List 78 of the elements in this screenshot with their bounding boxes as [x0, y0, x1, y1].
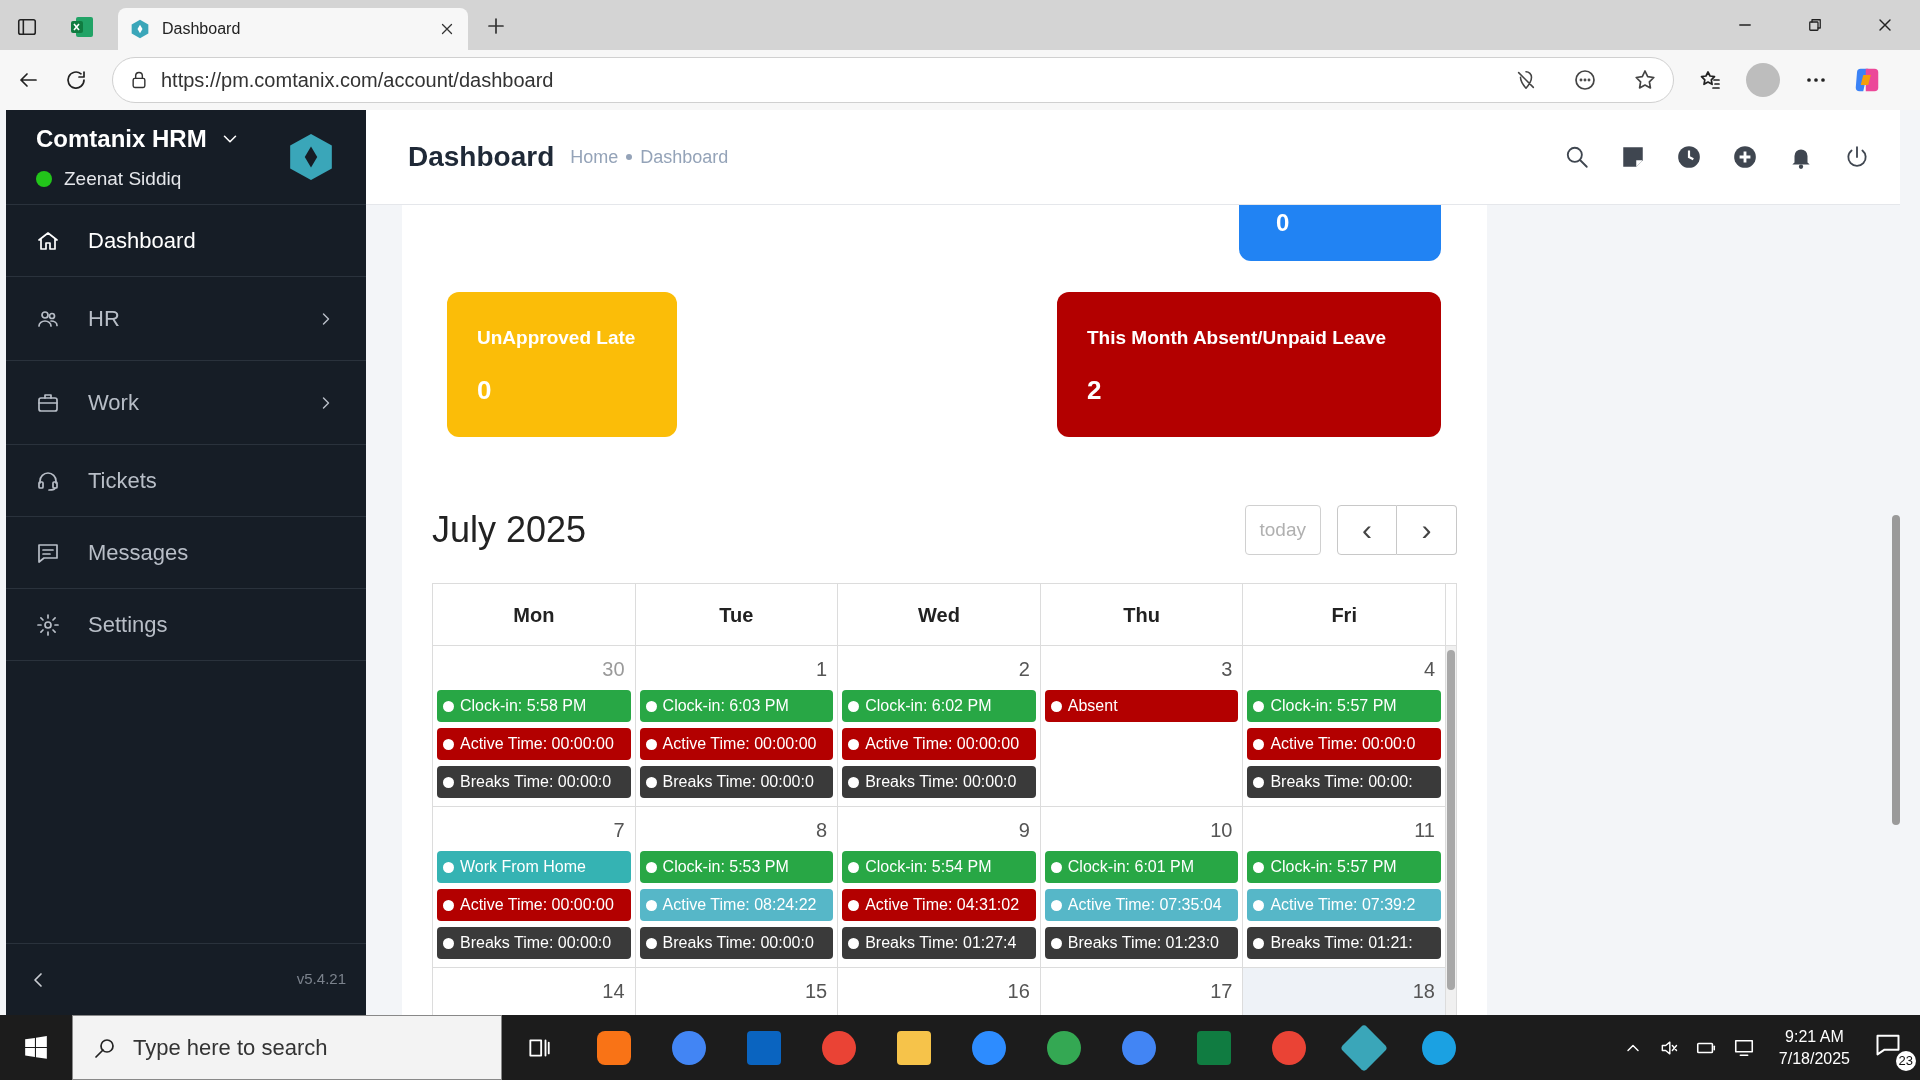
calendar-event[interactable]: Breaks Time: 00:00:0 — [437, 927, 631, 959]
day-number: 11 — [1414, 818, 1436, 843]
day-number: 2 — [1018, 657, 1031, 682]
breadcrumb-separator — [626, 154, 633, 160]
calendar-event[interactable]: Breaks Time: 01:23:0 — [1044, 927, 1239, 959]
scrollbar-thumb[interactable] — [1447, 650, 1455, 990]
sidebar-item[interactable]: Tickets — [6, 445, 366, 517]
search-icon[interactable] — [1564, 144, 1590, 170]
calendar-event[interactable]: Active Time: 00:00:0 — [1247, 728, 1441, 760]
day-number: 3 — [1221, 657, 1234, 682]
page-title: Dashboard — [408, 140, 555, 174]
calendar-event[interactable]: Breaks Time: 01:21: — [1247, 927, 1441, 959]
day-number: 7 — [613, 818, 626, 843]
calendar-title: July 2025 — [432, 508, 587, 552]
sidebar-item[interactable]: Settings — [6, 589, 366, 661]
settings-icon — [36, 612, 60, 637]
day-number: 16 — [1007, 979, 1031, 1004]
column-header: Tue — [719, 602, 754, 628]
star-icon[interactable] — [1633, 68, 1657, 92]
calendar-event[interactable]: Breaks Time: 01:27:4 — [842, 927, 1036, 959]
column-header: Mon — [513, 602, 555, 628]
stat-label: UnApproved Late — [477, 326, 637, 350]
favorites-icon[interactable] — [1698, 68, 1722, 92]
sidebar-item[interactable]: HR — [6, 277, 366, 361]
column-header: Wed — [918, 602, 960, 628]
calendar-event[interactable]: Breaks Time: 00:00:0 — [842, 766, 1036, 798]
taskbar-search-field[interactable]: Type here to search — [72, 1015, 502, 1080]
day-number: 15 — [804, 979, 829, 1004]
stat-value: 2 — [1087, 373, 1103, 407]
calendar-event[interactable]: Absent — [1044, 690, 1239, 722]
clock-date: 7/18/2025 — [1778, 1048, 1850, 1069]
day-number: 30 — [602, 657, 626, 682]
page-scrollbar-thumb[interactable] — [1892, 515, 1900, 825]
clock-icon[interactable] — [1676, 144, 1702, 170]
day-number: 1 — [816, 657, 829, 682]
sidebar-item[interactable]: Work — [6, 361, 366, 445]
note-icon[interactable] — [1620, 144, 1646, 170]
column-header: Fri — [1331, 602, 1357, 628]
tab-actions-icon[interactable] — [16, 16, 38, 38]
add-icon[interactable] — [1732, 144, 1758, 170]
stat-value: 0 — [477, 373, 493, 407]
calendar-event[interactable]: Active Time: 00:00:00 — [639, 728, 834, 760]
clock-time: 9:21 AM — [1785, 1026, 1844, 1047]
stat-card: 0 — [1239, 205, 1441, 261]
calendar-event[interactable]: Active Time: 04:31:02 — [842, 889, 1036, 921]
browser-tab[interactable]: Dashboard — [118, 8, 468, 50]
power-icon[interactable] — [1844, 144, 1870, 170]
hexagon-icon — [130, 19, 150, 39]
calendar-event[interactable]: Active Time: 00:00:00 — [437, 889, 631, 921]
user-name: Zeenat Siddiq — [64, 166, 182, 191]
lock-icon — [129, 70, 149, 90]
day-number: 14 — [602, 979, 626, 1004]
calendar-event[interactable]: Active Time: 00:00:00 — [437, 728, 631, 760]
calendar-event[interactable]: Breaks Time: 00:00:0 — [639, 766, 834, 798]
day-number: 17 — [1210, 979, 1234, 1004]
reload-icon[interactable] — [64, 68, 88, 92]
calendar-event[interactable]: Breaks Time: 00:00: — [1247, 766, 1441, 798]
version-label: v5.4.21 — [296, 969, 346, 990]
calendar-event[interactable]: Active Time: 00:00:00 — [842, 728, 1036, 760]
day-number: 8 — [816, 818, 829, 843]
address-bar[interactable]: https://pm.comtanix.com/account/dashboard — [112, 57, 1674, 103]
next-button[interactable]: › — [1397, 505, 1457, 555]
day-number: 10 — [1210, 818, 1234, 843]
previous-button[interactable]: ‹ — [1337, 505, 1397, 555]
day-number: 18 — [1412, 979, 1436, 1004]
day-number: 9 — [1018, 818, 1031, 843]
calendar-event[interactable]: Breaks Time: 00:00:0 — [437, 766, 631, 798]
more-options-icon[interactable] — [1573, 68, 1597, 92]
notification-count: 23 — [1895, 1051, 1916, 1071]
stat-label: This Month Absent/Unpaid Leave — [1087, 326, 1388, 350]
day-number: 4 — [1423, 657, 1436, 682]
sidebar-item[interactable]: Dashboard — [6, 205, 366, 277]
brand-name: Comtanix HRM — [36, 123, 207, 154]
column-header: Thu — [1123, 602, 1160, 628]
breadcrumb-current: Dashboard — [640, 145, 729, 169]
calendar-event[interactable]: Breaks Time: 00:00:0 — [639, 927, 834, 959]
tracking-off-icon[interactable] — [1515, 69, 1537, 91]
sidebar-item[interactable]: Messages — [6, 517, 366, 589]
